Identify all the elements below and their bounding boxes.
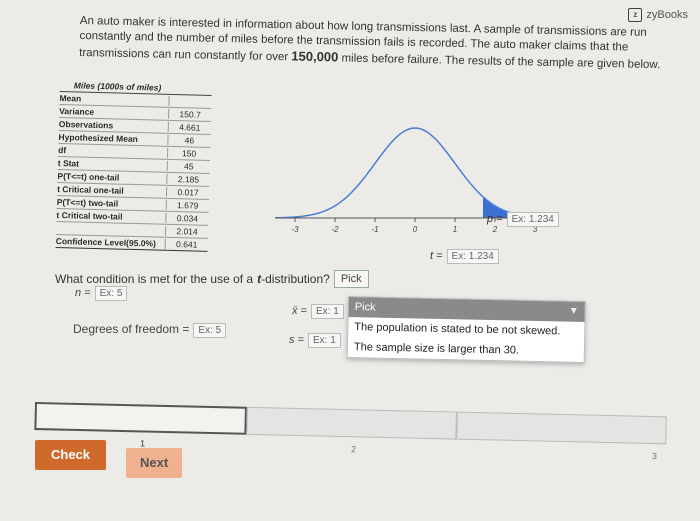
p-value-input[interactable]: Ex: 1.234 (506, 212, 559, 227)
condition-select[interactable]: Pick (333, 270, 369, 288)
question-pre: What condition is met for the use of a (55, 272, 254, 286)
stats-row-value: 150.7 (168, 108, 212, 120)
stats-row-label: t Stat (57, 157, 80, 169)
stats-row-value (168, 95, 212, 107)
s-input[interactable]: Ex: 1 (307, 333, 341, 348)
question-post: -distribution? (261, 272, 330, 286)
stats-row-value: 46 (167, 134, 211, 146)
next-button[interactable]: Next (126, 448, 183, 478)
check-button[interactable]: Check (35, 440, 107, 470)
curve-line (275, 127, 555, 219)
axis-tick-label: -2 (331, 225, 339, 234)
problem-bold-value: 150,000 (291, 48, 339, 65)
stats-row-label: Variance (59, 105, 95, 117)
dropdown-option-larger-than-30[interactable]: The sample size is larger than 30. (348, 337, 584, 362)
stats-row-label: Mean (59, 92, 82, 104)
stats-row-value: 150 (166, 147, 211, 159)
stats-row-label: Observations (58, 118, 114, 131)
dof-input[interactable]: Ex: 5 (193, 323, 227, 338)
p-label: p = (487, 213, 503, 225)
stats-row-label: P(T<=t) two-tail (56, 196, 119, 209)
stats-row-label: P(T<=t) one-tail (57, 170, 120, 183)
brand: z zyBooks (628, 8, 688, 22)
axis-tick-label: -3 (291, 225, 299, 234)
s-label: s = (289, 334, 304, 346)
progress-step-label: 3 (651, 451, 658, 462)
brand-name: zyBooks (646, 9, 688, 21)
axis-tick-label: 1 (453, 225, 457, 234)
dof-row: Degrees of freedom = Ex: 5 (73, 322, 227, 338)
xbar-row: x̄ = Ex: 1 (292, 304, 344, 319)
n-label: n = (75, 287, 91, 299)
xbar-input[interactable]: Ex: 1 (310, 304, 344, 319)
book-icon: z (628, 8, 643, 22)
stats-row-value: 4.661 (167, 121, 211, 133)
stats-row-label: df (58, 144, 67, 156)
axis-tick-label: 0 (413, 225, 418, 234)
t-value-row: t = Ex: 1.234 (430, 249, 499, 264)
progress-step-2[interactable]: 2 (246, 406, 457, 454)
axis-tick-label: -1 (371, 225, 378, 234)
stats-row-value: 0.034 (165, 212, 209, 224)
chevron-down-icon: ▼ (568, 305, 579, 317)
progress-step-1[interactable]: 1 (34, 402, 247, 449)
problem-statement: An auto maker is interested in informati… (79, 14, 680, 74)
xbar-label: x̄ = (292, 305, 307, 317)
p-value-row: p = Ex: 1.234 (487, 212, 559, 227)
n-input[interactable]: Ex: 5 (94, 286, 128, 301)
stats-row-value: 2.185 (166, 173, 210, 185)
stats-table: Miles (1000s of miles) Mean Variance 150.7… (55, 80, 212, 252)
progress-step-3[interactable]: 3 (456, 411, 667, 461)
n-row: n = Ex: 5 (75, 286, 128, 301)
stats-row-value: 1.679 (165, 199, 209, 211)
stats-row-label: t Critical two-tail (56, 209, 123, 222)
progress-step-label: 2 (350, 444, 357, 455)
stats-row-label: Hypothesized Mean (58, 131, 138, 145)
progress-bar: 1 2 3 (34, 402, 667, 461)
condition-dropdown[interactable]: Pick ▼ The population is stated to be no… (346, 296, 586, 363)
stats-row-value: 2.014 (164, 225, 209, 237)
stats-row-value: 0.017 (165, 186, 210, 198)
s-row: s = Ex: 1 (289, 333, 341, 348)
dropdown-selected-label: Pick (354, 301, 376, 314)
t-value-input[interactable]: Ex: 1.234 (446, 249, 499, 264)
problem-text-after: miles before failure. The results of the… (338, 52, 661, 72)
stats-row-label: t Critical one-tail (57, 183, 124, 196)
dof-label: Degrees of freedom = (73, 322, 190, 336)
t-label: t = (430, 250, 443, 262)
progress-step-label: 1 (139, 438, 146, 449)
stats-row-label: Confidence Level(95.0%) (55, 235, 157, 249)
stats-row: Confidence Level(95.0%) 0.641 (55, 234, 208, 252)
stats-row-value: 45 (166, 160, 210, 172)
stats-row-value: 0.641 (164, 238, 208, 250)
